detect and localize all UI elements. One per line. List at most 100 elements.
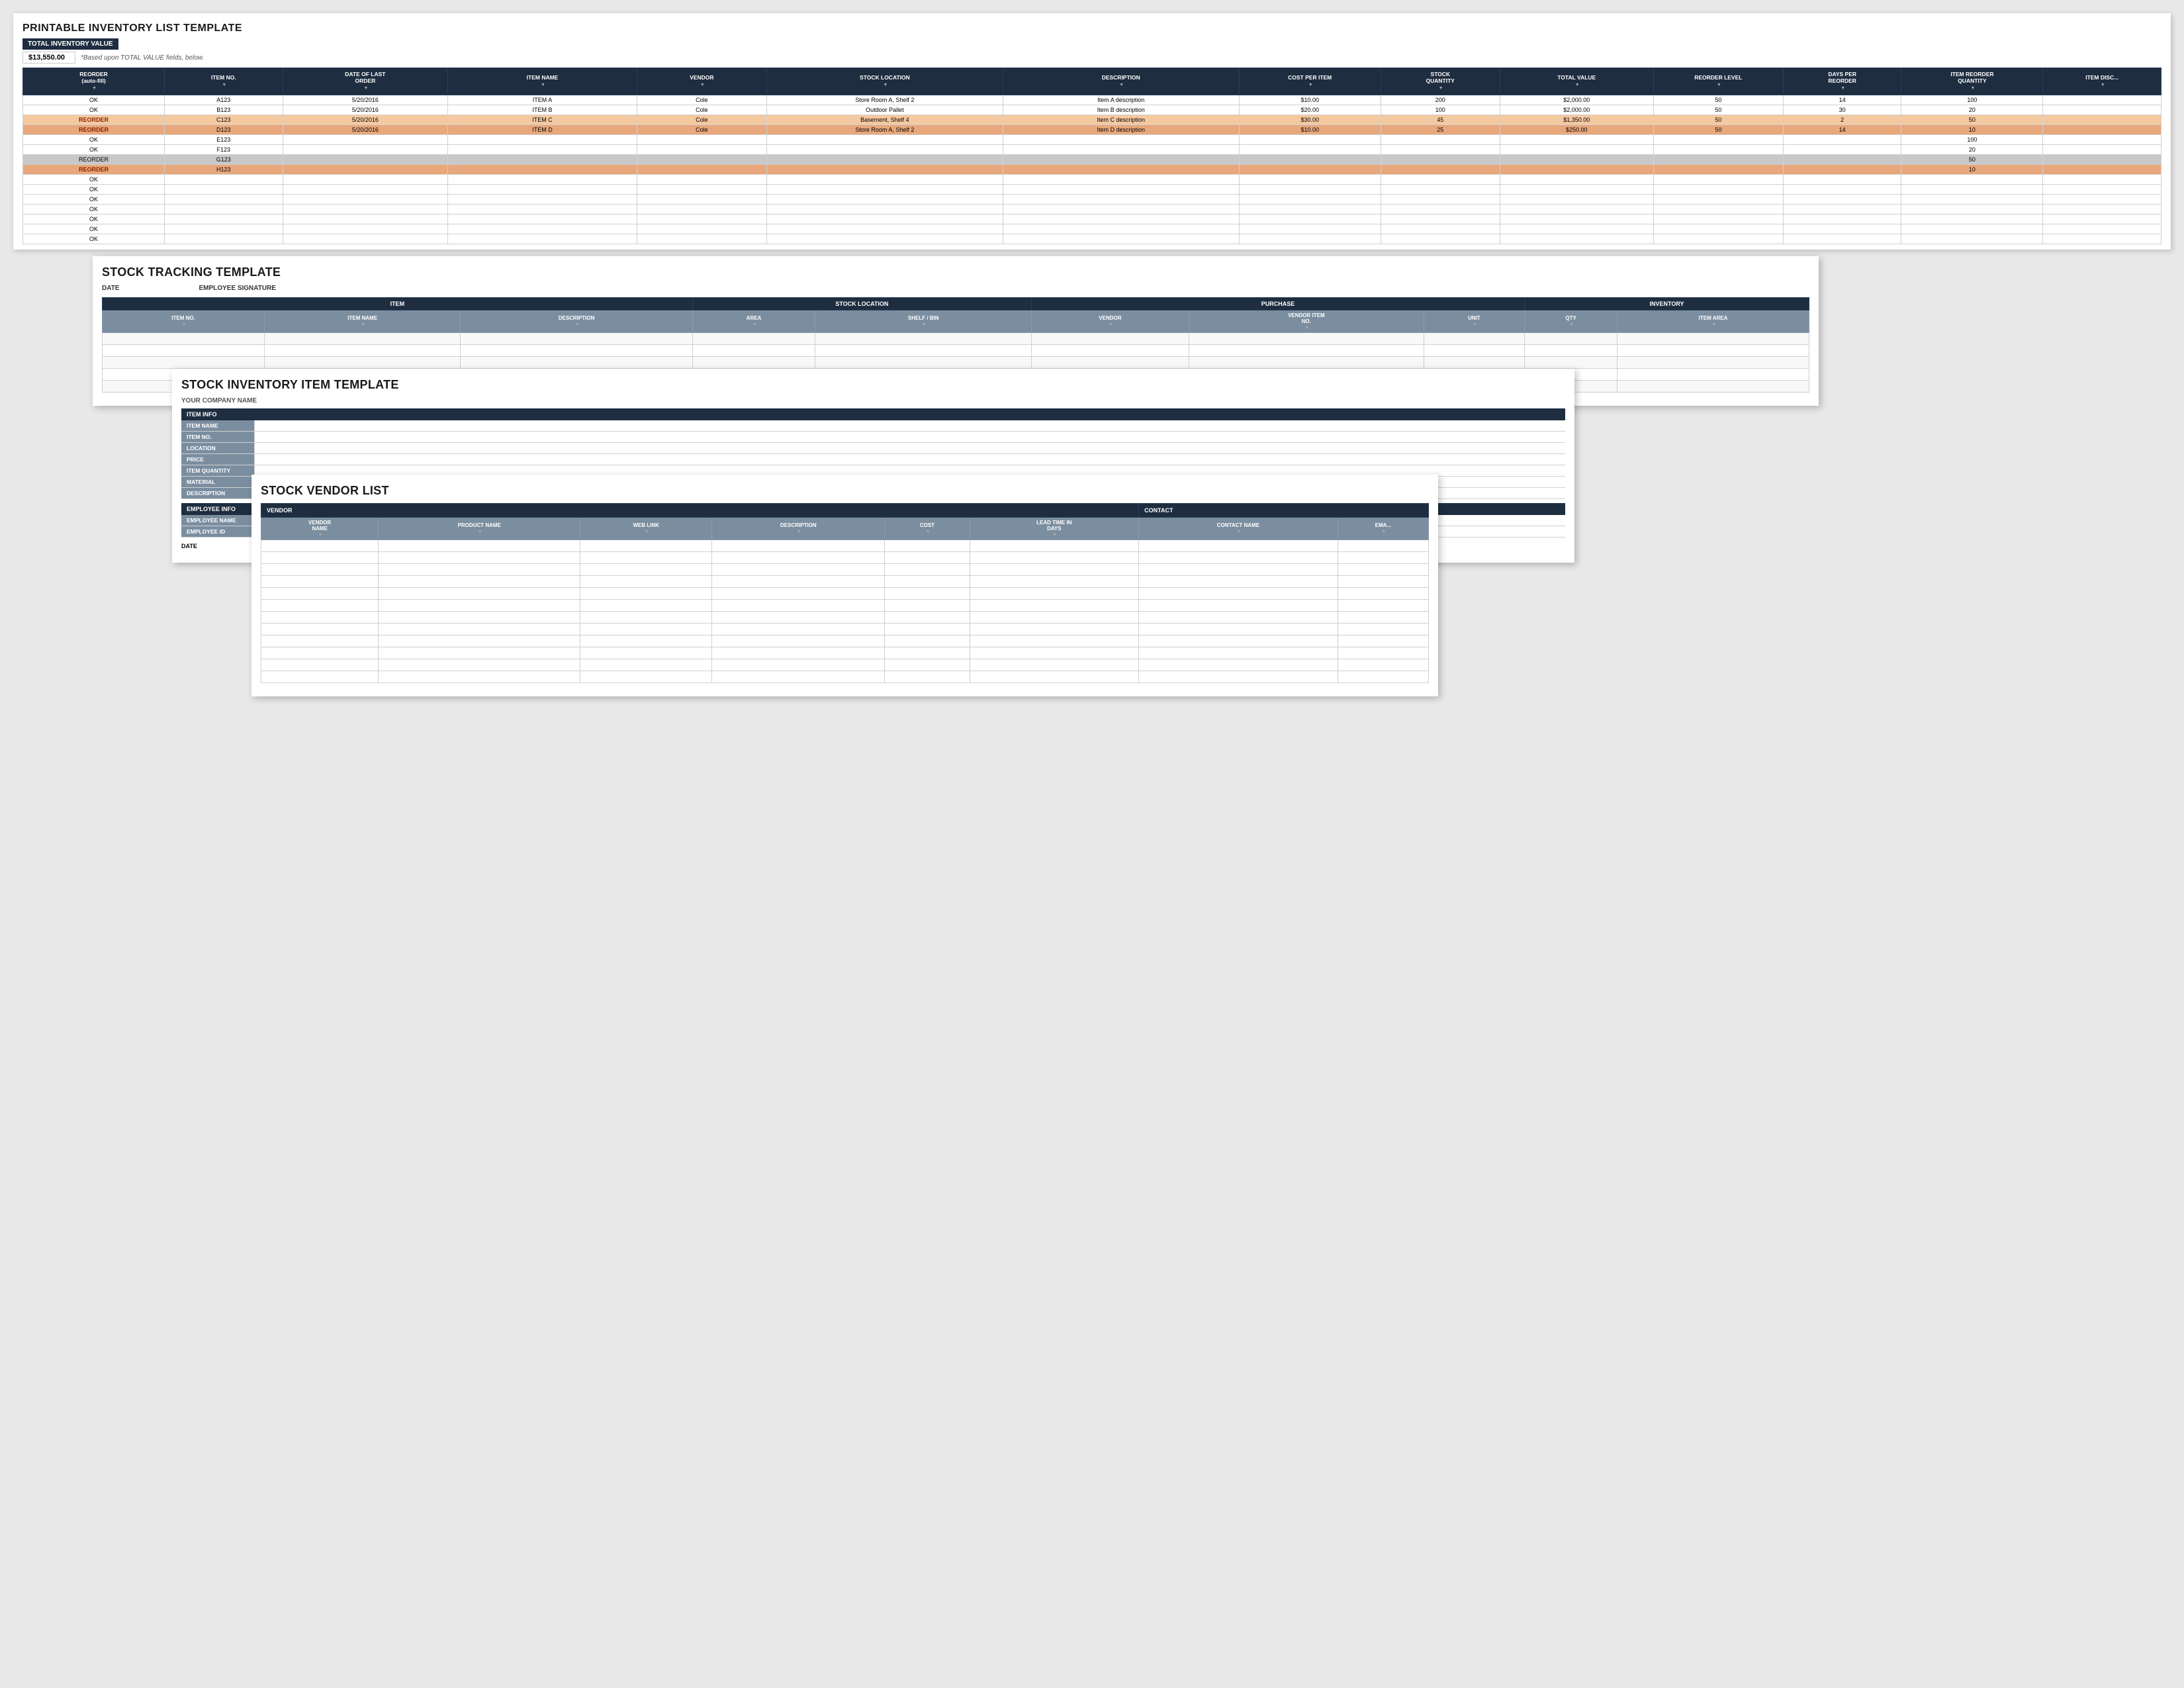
item-field-label: ITEM QUANTITY xyxy=(181,465,254,476)
item-info-header: ITEM INFO xyxy=(181,408,1565,420)
item-field-row: ITEM NO. xyxy=(181,432,1565,443)
col-reorder-level: REORDER LEVEL▼ xyxy=(1653,68,1783,95)
table-row xyxy=(103,356,1809,368)
col-stock-qty: STOCKQUANTITY▼ xyxy=(1381,68,1500,95)
item-field-row: LOCATION xyxy=(181,443,1565,454)
item-field-value[interactable] xyxy=(254,454,1565,465)
table-row: OK xyxy=(23,224,2161,234)
table-row xyxy=(261,623,1429,635)
th-item-area: ITEM AREA▼ xyxy=(1617,310,1809,332)
th-contact-name: CONTACT NAME▼ xyxy=(1139,517,1338,539)
th-item-name: ITEM NAME▼ xyxy=(265,310,461,332)
col-description: DESCRIPTION▼ xyxy=(1003,68,1239,95)
item-field-label: ITEM NO. xyxy=(181,432,254,442)
th-description: DESCRIPTION▼ xyxy=(461,310,692,332)
sheet-inventory-list: PRINTABLE INVENTORY LIST TEMPLATE TOTAL … xyxy=(13,13,2171,250)
th-cost: COST▼ xyxy=(885,517,970,539)
col-reorder: REORDER(auto-fill)▼ xyxy=(23,68,165,95)
table-row: REORDERD1235/20/2016ITEM DColeStore Room… xyxy=(23,124,2161,134)
employee-field-label: EMPLOYEE ID xyxy=(181,526,254,537)
table-row: OK xyxy=(23,174,2161,184)
group-item: ITEM xyxy=(103,297,693,310)
employee-field-label: EMPLOYEE NAME xyxy=(181,515,254,526)
th-area: AREA▼ xyxy=(692,310,815,332)
company-name: YOUR COMPANY NAME xyxy=(181,397,1565,404)
table-row xyxy=(261,599,1429,611)
item-title: STOCK INVENTORY ITEM TEMPLATE xyxy=(181,378,1565,392)
th-vendor-description: DESCRIPTION▼ xyxy=(712,517,885,539)
table-row: OK xyxy=(23,204,2161,214)
th-qty: QTY▼ xyxy=(1525,310,1617,332)
date-label: DATE xyxy=(102,285,119,292)
th-item-no: ITEM NO.▼ xyxy=(103,310,265,332)
col-stock-location: STOCK LOCATION▼ xyxy=(767,68,1003,95)
vendor-title: STOCK VENDOR LIST xyxy=(261,484,1429,498)
table-row: OKA1235/20/2016ITEM AColeStore Room A, S… xyxy=(23,95,2161,105)
table-row: OK xyxy=(23,194,2161,204)
sheet-vendor-list-wrapper: STOCK VENDOR LIST VENDOR CONTACT VENDORN… xyxy=(251,475,1438,696)
table-row: REORDERH12310 xyxy=(23,164,2161,174)
table-row: OKB1235/20/2016ITEM BColeOutdoor PalletI… xyxy=(23,105,2161,115)
inventory-table: REORDER(auto-fill)▼ ITEM NO.▼ DATE OF LA… xyxy=(23,68,2161,244)
table-row xyxy=(261,575,1429,587)
group-stock-location: STOCK LOCATION xyxy=(692,297,1031,310)
th-vendor: VENDOR▼ xyxy=(1032,310,1189,332)
table-row: REORDERG12350 xyxy=(23,154,2161,164)
contact-group-header: CONTACT xyxy=(1139,503,1429,517)
table-row xyxy=(261,587,1429,599)
table-row: OKE123100 xyxy=(23,134,2161,144)
vendor-group-header: VENDOR xyxy=(261,503,1139,517)
col-item-reorder-qty: ITEM REORDERQUANTITY▼ xyxy=(1901,68,2043,95)
table-row xyxy=(103,332,1809,344)
total-inventory-value: $13,550.00 xyxy=(23,52,75,64)
table-row xyxy=(261,647,1429,659)
item-field-value[interactable] xyxy=(254,420,1565,431)
col-date: DATE OF LASTORDER▼ xyxy=(283,68,448,95)
col-days-per-reorder: DAYS PERREORDER▼ xyxy=(1783,68,1901,95)
th-shelf-bin: SHELF / BIN▼ xyxy=(815,310,1032,332)
col-cost-per-item: COST PER ITEM▼ xyxy=(1239,68,1381,95)
table-row xyxy=(261,539,1429,551)
page-title: PRINTABLE INVENTORY LIST TEMPLATE xyxy=(23,23,2161,34)
th-lead-time: LEAD TIME INDAYS▼ xyxy=(970,517,1139,539)
total-note: *Based upon TOTAL VALUE fields, below. xyxy=(81,54,204,62)
col-total-value: TOTAL VALUE▼ xyxy=(1500,68,1653,95)
table-row: OKF12320 xyxy=(23,144,2161,154)
th-unit: UNIT▼ xyxy=(1424,310,1524,332)
item-field-value[interactable] xyxy=(254,432,1565,442)
item-field-label: DESCRIPTION xyxy=(181,488,254,498)
col-item-no: ITEM NO.▼ xyxy=(165,68,283,95)
item-field-value[interactable] xyxy=(254,443,1565,453)
tracking-title: STOCK TRACKING TEMPLATE xyxy=(102,265,1809,279)
th-vendor-name: VENDORNAME▼ xyxy=(261,517,379,539)
group-inventory: INVENTORY xyxy=(1525,297,1809,310)
col-vendor: VENDOR▼ xyxy=(637,68,766,95)
col-item-name: ITEM NAME▼ xyxy=(448,68,637,95)
item-field-row: ITEM NAME xyxy=(181,420,1565,432)
total-inventory-label: TOTAL INVENTORY VALUE xyxy=(23,38,118,50)
date-field-label: DATE xyxy=(181,543,197,549)
item-field-row: PRICE xyxy=(181,454,1565,465)
table-row: REORDERC1235/20/2016ITEM CColeBasement, … xyxy=(23,115,2161,124)
th-email: EMA...▼ xyxy=(1338,517,1428,539)
sig-label: EMPLOYEE SIGNATURE xyxy=(199,285,276,292)
table-row: OK xyxy=(23,184,2161,194)
table-row xyxy=(261,635,1429,647)
table-row: OK xyxy=(23,234,2161,244)
sheet-vendor-list: STOCK VENDOR LIST VENDOR CONTACT VENDORN… xyxy=(251,475,1438,696)
table-row xyxy=(261,611,1429,623)
item-field-label: LOCATION xyxy=(181,443,254,453)
th-vendor-item-no: VENDOR ITEMNO.▼ xyxy=(1189,310,1424,332)
th-product-name: PRODUCT NAME▼ xyxy=(379,517,580,539)
item-field-label: ITEM NAME xyxy=(181,420,254,431)
group-purchase: PURCHASE xyxy=(1032,297,1525,310)
table-row xyxy=(261,659,1429,671)
item-field-label: PRICE xyxy=(181,454,254,465)
col-item-disc: ITEM DISC...▼ xyxy=(2043,68,2161,95)
th-web-link: WEB LINK▼ xyxy=(580,517,712,539)
vendor-table: VENDOR CONTACT VENDORNAME▼ PRODUCT NAME▼… xyxy=(261,503,1429,683)
table-row xyxy=(261,563,1429,575)
table-row: OK xyxy=(23,214,2161,224)
table-row xyxy=(261,671,1429,682)
table-row xyxy=(103,344,1809,356)
